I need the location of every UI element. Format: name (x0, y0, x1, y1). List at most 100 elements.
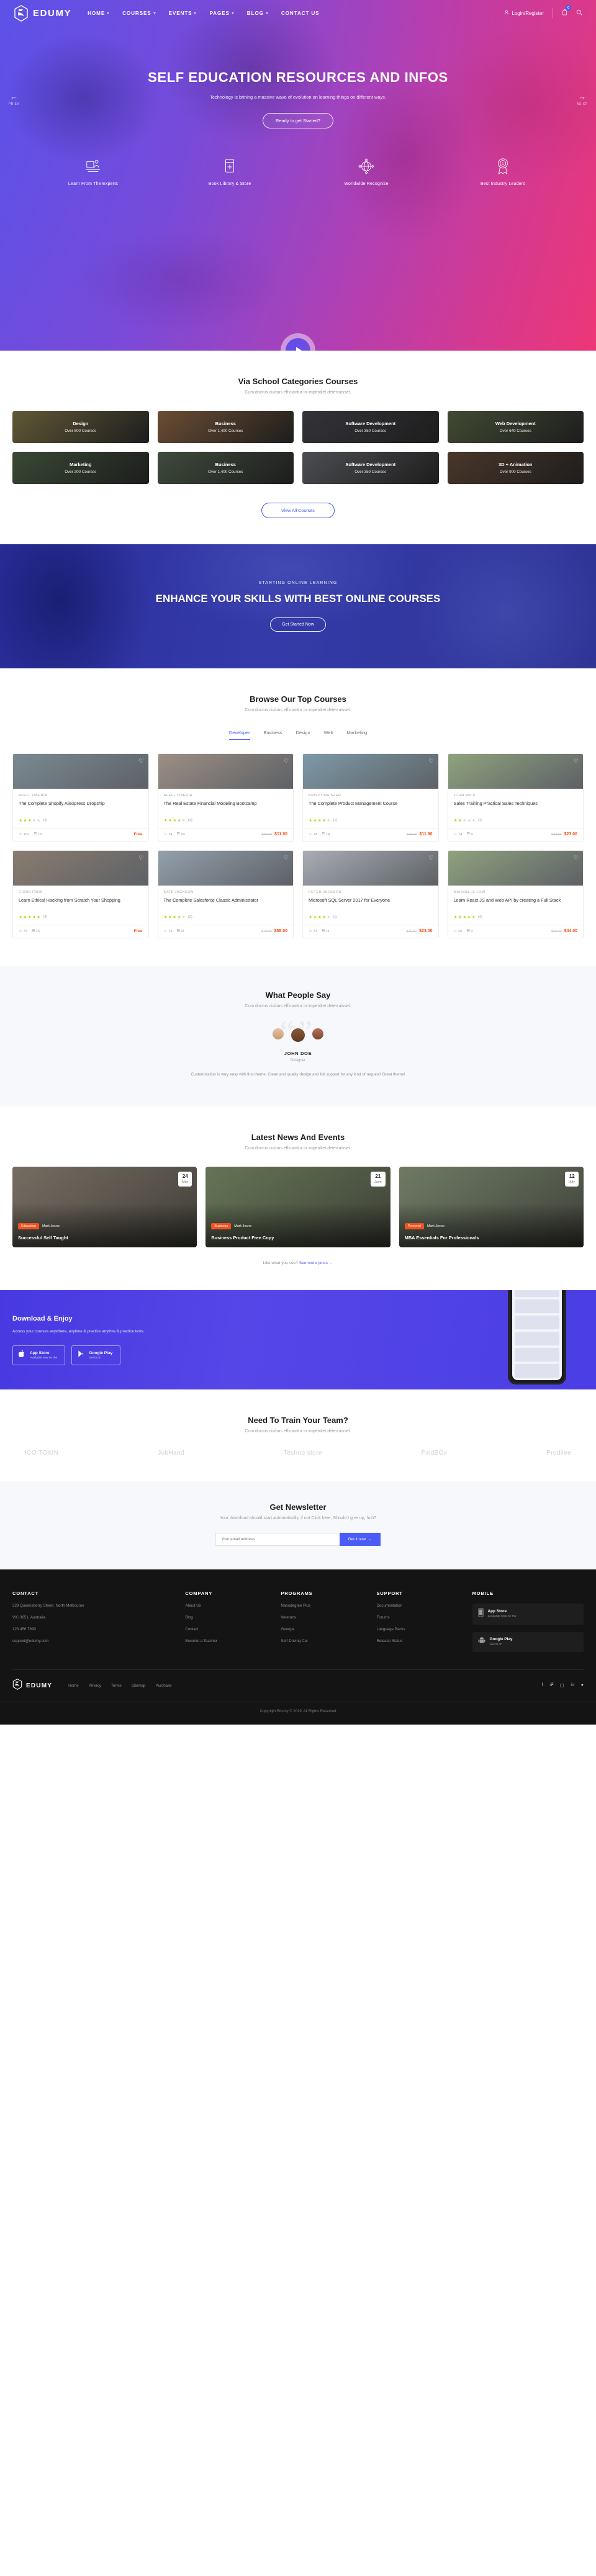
avatar[interactable] (312, 1028, 323, 1039)
nav-item-courses[interactable]: COURSES (122, 11, 156, 16)
instagram-icon[interactable]: ▢ (560, 1683, 564, 1688)
footer-link[interactable]: Language Packs (376, 1627, 462, 1631)
students-stat: ☺ 162 (19, 832, 30, 837)
category-card[interactable]: Software Development Over 350 Courses (302, 411, 439, 443)
footer-link[interactable]: Blog (185, 1615, 271, 1620)
brand-logo[interactable]: Techno store (284, 1450, 322, 1456)
footer-link[interactable]: About Us (185, 1604, 271, 1608)
globe-icon (298, 157, 435, 176)
category-card[interactable]: Marketing Over 200 Courses (12, 452, 149, 484)
heart-icon[interactable]: ♡ (428, 855, 433, 861)
view-all-courses-button[interactable]: View All Courses (261, 503, 335, 518)
course-price-group: $78.00 $58.00 (261, 929, 287, 933)
hero-prev-button[interactable]: ← PR EV (9, 92, 19, 106)
twitter-icon[interactable]: 𝒫 (550, 1683, 553, 1688)
feature-worldwide-recognize[interactable]: Worldwide Recognize (298, 157, 435, 186)
heart-icon[interactable]: ♡ (574, 855, 579, 861)
brand-logo[interactable]: ICO TOXIN (25, 1450, 58, 1456)
footer-bottom-link[interactable]: Terms (111, 1684, 122, 1688)
course-name: The Complete Shopify Aliexpress Dropship (19, 801, 105, 806)
footer-bottom-link[interactable]: Purchase (155, 1684, 171, 1688)
footer-link[interactable]: Release Status (376, 1639, 462, 1643)
category-card[interactable]: Business Over 1,400 Courses (157, 452, 294, 484)
nav-item-pages[interactable]: PAGES (209, 11, 234, 16)
footer-google-play-button[interactable]: Google Play Get in on (472, 1631, 584, 1652)
category-card[interactable]: Design Over 800 Courses (12, 411, 149, 443)
hero-cta-button[interactable]: Ready to get Started? (263, 113, 333, 129)
newsletter-submit-button[interactable]: Get it now → (339, 1532, 381, 1546)
course-card[interactable]: ♡ AFELL LIBERIA The Complete Shopify Aliex… (12, 753, 149, 841)
tab-marketing[interactable]: Marketing (347, 730, 367, 740)
lessons-count: 14 (325, 832, 330, 837)
hero-next-button[interactable]: → NE XT (577, 92, 587, 106)
news-card[interactable]: 21 June Business Mark Jecno Business Product… (205, 1166, 391, 1247)
category-card[interactable]: Web Development Over 640 Courses (447, 411, 584, 443)
course-card[interactable]: ♡ JOHN WICK Sales Training Practical Sales… (447, 753, 584, 841)
search-button[interactable] (576, 7, 582, 19)
course-card[interactable]: ♡ CHRIS PARK Learn Ethical Hacking from Sc… (12, 850, 149, 938)
course-card[interactable]: ♡ MAISON LE LOW Learn React JS and Web API… (447, 850, 584, 938)
course-review-count: (1) (477, 819, 482, 822)
footer-bottom-link[interactable]: Home (68, 1684, 79, 1688)
pinterest-icon[interactable]: ● (581, 1683, 584, 1688)
tab-developer[interactable]: Developer (228, 730, 250, 740)
linkedin-icon[interactable]: in (571, 1683, 574, 1688)
heart-icon[interactable]: ♡ (138, 758, 143, 765)
tab-business[interactable]: Business (264, 730, 282, 740)
news-card[interactable]: 12 July Personal Mark Jecno MBA Essentials F… (399, 1166, 584, 1247)
heart-icon[interactable]: ♡ (284, 855, 289, 861)
footer-link[interactable]: Become a Teacher (185, 1639, 271, 1643)
course-card[interactable]: ♡ KRISZTINA SZER The Complete Product Mana… (302, 753, 439, 841)
news-card[interactable]: 24 May Education Mark Jecno Successful Self … (12, 1166, 197, 1247)
nav-item-blog[interactable]: BLOG (247, 11, 268, 16)
footer-link[interactable]: Forums (376, 1615, 462, 1620)
footer-link[interactable]: Self-Driving Car (281, 1639, 366, 1643)
cart-button[interactable]: 0 (562, 5, 571, 19)
footer-bottom-link[interactable]: Privacy (89, 1684, 101, 1688)
hero-play-video-button[interactable] (286, 338, 310, 351)
google-play-button[interactable]: Google Play Get in on (71, 1345, 121, 1365)
brand-logo[interactable]: JobHand (158, 1450, 184, 1456)
avatar[interactable] (273, 1028, 284, 1039)
banner-cta-button[interactable]: Get Started Now (270, 617, 326, 632)
footer-link[interactable]: Veterans (281, 1615, 366, 1620)
see-more-posts-link[interactable]: See more posts (299, 1261, 328, 1265)
avatar[interactable] (291, 1028, 305, 1042)
students-stat: ☺ 74 (453, 832, 463, 837)
app-store-button[interactable]: App Store Available now on the (12, 1345, 66, 1365)
app-store-buttons: App Store Available now on the Google Pl… (12, 1345, 584, 1365)
heart-icon[interactable]: ♡ (428, 758, 433, 765)
course-card[interactable]: ♡ AFELL LIBERIA The Real Estate Financial … (157, 753, 294, 841)
heart-icon[interactable]: ♡ (284, 758, 289, 765)
brand-logo[interactable]: Prodilee (546, 1450, 571, 1456)
footer-heading: SUPPORT (376, 1590, 403, 1596)
footer-link[interactable]: Nanodegree Plus (281, 1604, 366, 1608)
course-card[interactable]: ♡ PETER JACKSON Microsoft SQL Server 2017 … (302, 850, 439, 938)
heart-icon[interactable]: ♡ (574, 758, 579, 765)
feature-learn-from-experts[interactable]: Learn From The Experts (25, 157, 161, 186)
category-card[interactable]: Software Development Over 350 Courses (302, 452, 439, 484)
feature-best-industry-leaders[interactable]: 1 Best Industry Leaders (435, 157, 571, 186)
footer-app-store-button[interactable]: App Store Available now on the (472, 1603, 584, 1625)
brand-logo[interactable]: EDUMY (14, 4, 71, 22)
nav-item-contact-us[interactable]: CONTACT US (281, 11, 320, 16)
footer-link[interactable]: Contact (185, 1627, 271, 1631)
footer-link[interactable]: Documentation (376, 1604, 462, 1608)
news-month: June (374, 1180, 382, 1184)
heart-icon[interactable]: ♡ (138, 855, 143, 861)
login-register-button[interactable]: Login/Register (504, 10, 544, 16)
facebook-icon[interactable]: f (542, 1683, 543, 1688)
course-card[interactable]: ♡ KATE JACKSON The Complete Salesforce Cla… (157, 850, 294, 938)
tab-design[interactable]: Design (296, 730, 310, 740)
tab-web[interactable]: Web (324, 730, 333, 740)
brand-logo[interactable]: FindBOx (422, 1450, 448, 1456)
nav-item-events[interactable]: EVENTS (169, 11, 197, 16)
nav-item-home[interactable]: HOME (88, 11, 110, 16)
footer-bottom-link[interactable]: Sitemap (132, 1684, 146, 1688)
footer-link[interactable]: Georgia (281, 1627, 366, 1631)
feature-book-library-store[interactable]: Book Library & Store (161, 157, 298, 186)
category-card[interactable]: 3D + Animation Over 900 Courses (447, 452, 584, 484)
footer-brand[interactable]: EDUMY (12, 1678, 52, 1693)
newsletter-email-input[interactable] (215, 1532, 340, 1546)
category-card[interactable]: Business Over 1,400 Courses (157, 411, 294, 443)
